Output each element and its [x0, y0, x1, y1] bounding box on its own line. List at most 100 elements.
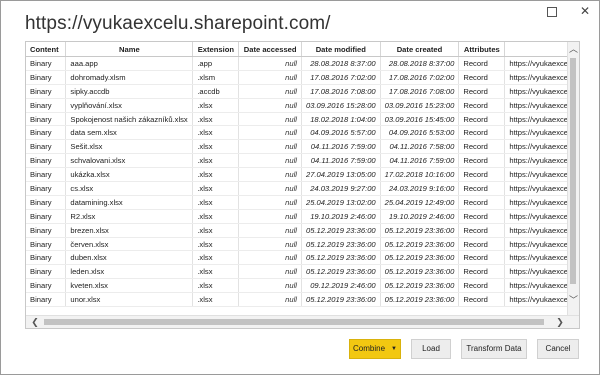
table-cell: null — [238, 195, 302, 210]
table-row[interactable]: Binary vyplňování.xlsx .xlsx null 03.09.2016… — [26, 98, 579, 113]
table-cell: .xlsx — [192, 167, 240, 183]
table-cell: 05.12.2019 23:36:00 — [380, 292, 460, 308]
table-cell: Record — [458, 292, 506, 308]
table-row[interactable]: Binary unor.xlsx .xlsx null 05.12.2019 23:36… — [26, 292, 579, 308]
table-cell: Binary — [26, 112, 67, 127]
dialog-window: ✕ https://vyukaexcelu.sharepoint.com/ Co… — [0, 0, 600, 375]
table-row[interactable]: Binary cs.xlsx .xlsx null 24.03.2019 9:27:00… — [26, 181, 579, 196]
table-cell: 25.04.2019 13:02:00 — [301, 195, 381, 210]
table-cell: duben.xlsx — [65, 250, 194, 266]
table-cell: .xlsx — [192, 181, 240, 196]
table-header-row: Content Name Extension Date accessed Date mo… — [26, 42, 579, 57]
table-cell: 04.09.2016 5:57:00 — [301, 125, 381, 141]
table-row[interactable]: Binary dohromady.xlsm .xlsm null 17.08.2016 … — [26, 70, 579, 85]
table-cell: Binary — [26, 250, 67, 266]
column-header[interactable]: Date created — [380, 42, 460, 57]
table-cell: Record — [458, 223, 506, 238]
vertical-scrollbar[interactable]: ︿ ﹀ — [567, 42, 579, 315]
table-row[interactable]: Binary Spokojenost našich zákazníků.xlsx.… — [26, 112, 579, 127]
data-preview-grid[interactable]: Content Name Extension Date accessed Date mo… — [25, 41, 580, 329]
table-cell: Record — [458, 250, 506, 266]
table-cell: .xlsx — [192, 98, 240, 113]
table-cell: .accdb — [192, 84, 240, 99]
table-cell: 04.11.2016 7:59:00 — [301, 153, 381, 169]
table-cell: .app — [192, 56, 240, 71]
table-cell: Record — [458, 167, 506, 183]
table-row[interactable]: Binary duben.xlsx .xlsx null 05.12.2019 23:3… — [26, 250, 579, 266]
table-cell: sipky.accdb — [65, 84, 194, 99]
table-cell: Record — [458, 125, 506, 141]
scroll-up-icon[interactable]: ︿ — [568, 44, 579, 54]
table-cell: 04.11.2016 7:59:00 — [301, 139, 381, 155]
table-cell: .xlsx — [192, 139, 240, 155]
table-cell: .xlsm — [192, 70, 240, 85]
table-cell: leden.xlsx — [65, 264, 194, 280]
table-row[interactable]: Binary ukázka.xlsx .xlsx null 27.04.2019 13:… — [26, 167, 579, 183]
table-cell: Binary — [26, 237, 67, 252]
column-header[interactable]: Name — [65, 42, 194, 57]
table-cell: Record — [458, 84, 506, 99]
horizontal-scroll-thumb[interactable] — [44, 319, 544, 325]
table-cell: Binary — [26, 195, 67, 210]
table-cell: Binary — [26, 84, 67, 99]
maximize-icon[interactable] — [547, 7, 557, 17]
column-header[interactable]: Date accessed — [238, 42, 302, 57]
table-cell: 04.11.2016 7:58:00 — [380, 139, 460, 155]
table-cell: R2.xlsx — [65, 209, 194, 224]
table-row[interactable]: Binary kveten.xlsx .xlsx null 09.12.2019 2:4… — [26, 278, 579, 294]
scroll-down-icon[interactable]: ﹀ — [568, 295, 579, 305]
table-row[interactable]: Binary data sem.xlsx .xlsx null 04.09.2016 5… — [26, 125, 579, 141]
chevron-down-icon: ▼ — [391, 346, 397, 352]
scroll-left-icon[interactable]: ❮ — [30, 316, 40, 328]
vertical-scroll-thumb[interactable] — [570, 58, 576, 284]
cancel-button[interactable]: Cancel — [537, 339, 579, 359]
table-cell: brezen.xlsx — [65, 223, 194, 238]
table-cell: null — [238, 223, 302, 238]
table-cell: Sešit.xlsx — [65, 139, 194, 155]
table-cell: Record — [458, 70, 506, 85]
combine-button[interactable]: Combine ▼ — [349, 339, 401, 359]
load-button[interactable]: Load — [411, 339, 451, 359]
table-cell: Record — [458, 139, 506, 155]
table-cell: .xlsx — [192, 292, 240, 308]
table-cell: .xlsx — [192, 195, 240, 210]
table-cell: .xlsx — [192, 223, 240, 238]
table-row[interactable]: Binary R2.xlsx .xlsx null 19.10.2019 2:46:00… — [26, 209, 579, 224]
table-cell: 05.12.2019 23:36:00 — [301, 223, 381, 238]
table-cell: vyplňování.xlsx — [65, 98, 194, 113]
table-cell: 24.03.2019 9:16:00 — [380, 181, 460, 196]
table-row[interactable]: Binary datamining.xlsx .xlsx null 25.04.2019… — [26, 195, 579, 210]
table-cell: null — [238, 264, 302, 280]
table-row[interactable]: Binary Sešit.xlsx .xlsx null 04.11.2016 7:59… — [26, 139, 579, 155]
table-cell: 05.12.2019 23:36:00 — [380, 223, 460, 238]
table-row[interactable]: Binary červen.xlsx .xlsx null 05.12.2019 23:… — [26, 237, 579, 252]
table-cell: null — [238, 112, 302, 127]
table-row[interactable]: Binary leden.xlsx .xlsx null 05.12.2019 23:3… — [26, 264, 579, 280]
table-cell: .xlsx — [192, 264, 240, 280]
horizontal-scrollbar[interactable]: ❮ ❯ — [26, 315, 579, 328]
table-cell: Record — [458, 112, 506, 127]
table-cell: aaa.app — [65, 56, 194, 71]
transform-data-button[interactable]: Transform Data — [461, 339, 527, 359]
table-cell: 05.12.2019 23:36:00 — [380, 278, 460, 294]
table-cell: Record — [458, 237, 506, 252]
table-cell: 05.12.2019 23:36:00 — [380, 237, 460, 252]
close-icon[interactable]: ✕ — [579, 5, 591, 17]
table-body: Binary aaa.app .app null 28.08.2018 8:37:00 2… — [26, 56, 579, 308]
column-header[interactable]: Content — [26, 42, 67, 57]
table-cell: Record — [458, 56, 506, 71]
table-cell: null — [238, 278, 302, 294]
table-row[interactable]: Binary brezen.xlsx .xlsx null 05.12.2019 23:… — [26, 223, 579, 238]
column-header[interactable]: Attributes — [458, 42, 506, 57]
table-cell: ukázka.xlsx — [65, 167, 194, 183]
table-cell: null — [238, 167, 302, 183]
column-header[interactable]: Date modified — [301, 42, 381, 57]
table-cell: .xlsx — [192, 112, 240, 127]
scroll-right-icon[interactable]: ❯ — [555, 316, 565, 328]
table-cell: 04.11.2016 7:59:00 — [380, 153, 460, 169]
column-header[interactable]: Extension — [192, 42, 240, 57]
table-row[interactable]: Binary aaa.app .app null 28.08.2018 8:37:00 2… — [26, 56, 579, 71]
combine-label: Combine — [353, 344, 386, 354]
table-row[interactable]: Binary sipky.accdb .accdb null 17.08.2016 7:… — [26, 84, 579, 99]
table-row[interactable]: Binary schvalovani.xlsx .xlsx null 04.11.201… — [26, 153, 579, 169]
